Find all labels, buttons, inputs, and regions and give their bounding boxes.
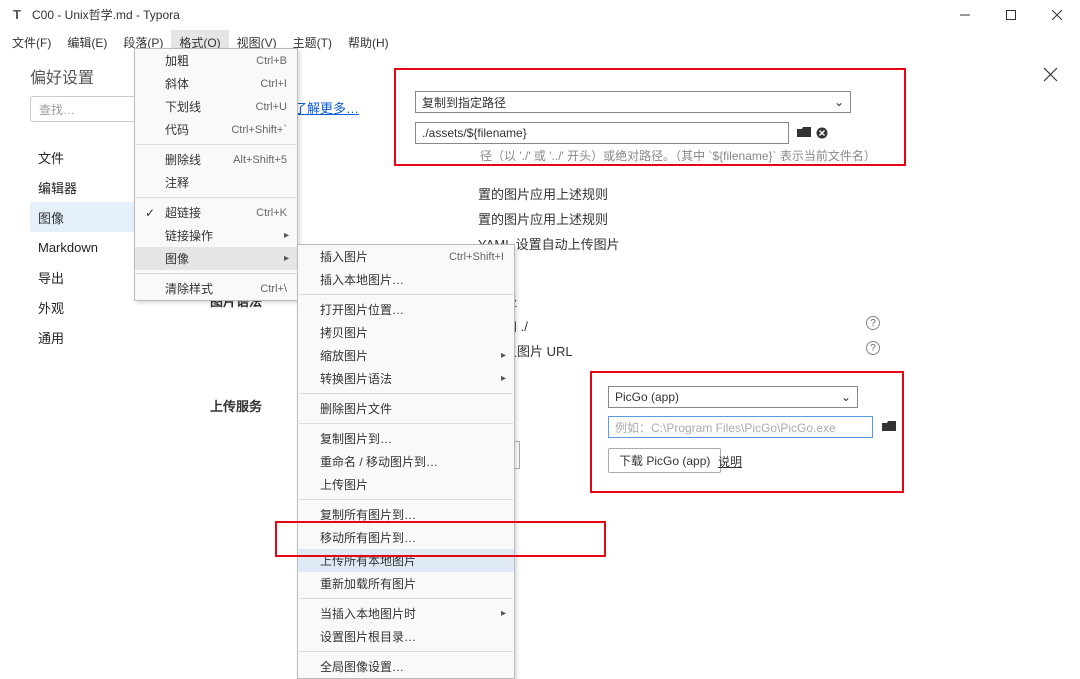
annotation-box-3 [275,521,606,557]
menu-separator [299,499,513,500]
submenu-rename-move-to[interactable]: 重命名 / 移动图片到… [298,450,514,473]
submenu-convert-syntax[interactable]: 转换图片语法 [298,367,514,390]
submenu-upload-image[interactable]: 上传图片 [298,473,514,496]
submenu-delete-image-file[interactable]: 删除图片文件 [298,397,514,420]
help-icon[interactable]: ? [866,316,880,330]
submenu-reload-all-images[interactable]: 重新加载所有图片 [298,572,514,595]
maximize-button[interactable] [988,0,1034,30]
close-preferences-button[interactable] [1043,67,1058,85]
upload-service-dropdown[interactable]: PicGo (app) ⌄ [608,386,858,408]
submenu-insert-image[interactable]: 插入图片Ctrl+Shift+I [298,245,514,268]
menu-item-underline[interactable]: 下划线Ctrl+U [135,95,297,118]
path-value: ./assets/${filename} [422,126,527,140]
picgo-path-placeholder: 例如：C:\Program Files\PicGo\PicGo.exe [615,419,836,436]
menu-separator [299,294,513,295]
folder-icon[interactable] [881,419,897,435]
submenu-zoom-image[interactable]: 缩放图片 [298,344,514,367]
chevron-down-icon: ⌄ [834,95,844,109]
chevron-down-icon: ⌄ [841,390,851,404]
help-icon[interactable]: ? [866,341,880,355]
menu-separator [136,197,296,198]
clear-icon[interactable] [814,125,830,141]
menu-item-clear-style[interactable]: 清除样式Ctrl+\ [135,277,297,300]
minimize-button[interactable] [942,0,988,30]
menu-separator [299,423,513,424]
menu-item-italic[interactable]: 斜体Ctrl+I [135,72,297,95]
image-submenu: 插入图片Ctrl+Shift+I 插入本地图片… 打开图片位置… 拷贝图片 缩放… [297,244,515,679]
submenu-insert-local-image[interactable]: 插入本地图片… [298,268,514,291]
preferences-title: 偏好设置 [30,64,94,88]
rule-line-2: 置的图片应用上述规则 [478,209,608,228]
menu-item-hyperlink[interactable]: ✓超链接Ctrl+K [135,201,297,224]
close-button[interactable] [1034,0,1080,30]
submenu-copy-image-to[interactable]: 复制图片到… [298,427,514,450]
check-icon: ✓ [145,206,155,220]
menu-separator [136,273,296,274]
image-path-input[interactable]: ./assets/${filename} [415,122,789,144]
submenu-when-insert-local[interactable]: 当插入本地图片时 [298,602,514,625]
submenu-open-image-location[interactable]: 打开图片位置… [298,298,514,321]
folder-icon[interactable] [796,125,812,141]
dropdown-value: 复制到指定路径 [422,94,506,111]
menu-separator [299,393,513,394]
menu-separator [136,144,296,145]
submenu-set-image-root[interactable]: 设置图片根目录… [298,625,514,648]
upload-dropdown-value: PicGo (app) [615,390,679,404]
menu-item-strike[interactable]: 删除线Alt+Shift+5 [135,148,297,171]
submenu-global-image-settings[interactable]: 全局图像设置… [298,655,514,678]
menu-item-link-ops[interactable]: 链接操作 [135,224,297,247]
path-hint: 径（以 './' 或 '../' 开头）或绝对路径。（其中 `${filenam… [480,147,876,164]
menu-separator [299,598,513,599]
image-action-dropdown[interactable]: 复制到指定路径 ⌄ [415,91,851,113]
picgo-path-input[interactable]: 例如：C:\Program Files\PicGo\PicGo.exe [608,416,873,438]
menu-help[interactable]: 帮助(H) [340,30,397,54]
format-menu-dropdown: 加粗Ctrl+B 斜体Ctrl+I 下划线Ctrl+U 代码Ctrl+Shift… [134,48,298,301]
explain-link[interactable]: 说明 [718,453,742,470]
menu-item-bold[interactable]: 加粗Ctrl+B [135,49,297,72]
learn-more-link[interactable]: 了解更多… [294,98,359,117]
window-controls [942,0,1080,30]
menu-item-code[interactable]: 代码Ctrl+Shift+` [135,118,297,141]
rule-line-1: 置的图片应用上述规则 [478,184,608,203]
menu-item-comment[interactable]: 注释 [135,171,297,194]
menu-item-image[interactable]: 图像 [135,247,297,270]
download-picgo-button[interactable]: 下载 PicGo (app) [608,448,721,473]
submenu-copy-image[interactable]: 拷贝图片 [298,321,514,344]
menu-edit[interactable]: 编辑(E) [59,30,115,54]
menu-separator [299,651,513,652]
sidebar-item-general[interactable]: 通用 [30,322,200,352]
title-bar: T C00 - Unix哲学.md - Typora [0,0,1080,30]
menu-file[interactable]: 文件(F) [4,30,59,54]
window-title: C00 - Unix哲学.md - Typora [32,6,180,23]
section-upload-service: 上传服务 [210,396,262,415]
app-logo: T [8,6,26,24]
